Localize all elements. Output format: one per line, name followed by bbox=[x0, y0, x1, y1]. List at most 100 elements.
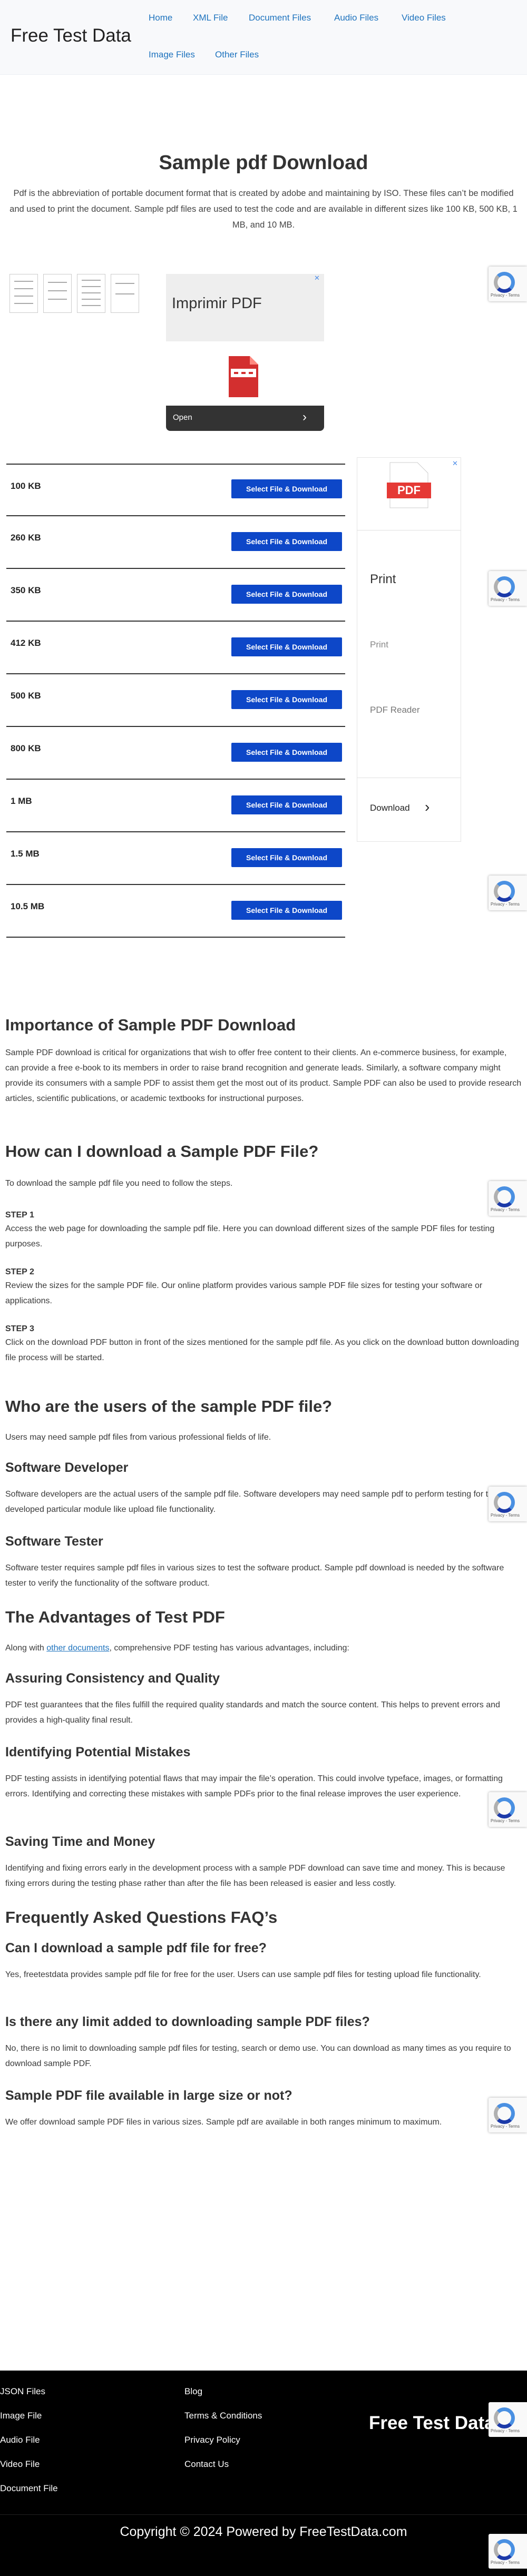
file-size-label: 800 KB bbox=[11, 743, 41, 753]
mistakes-heading: Identifying Potential Mistakes bbox=[5, 1745, 191, 1759]
file-size-label: 1.5 MB bbox=[11, 849, 40, 859]
side-ad-item-pdf-reader[interactable]: PDF Reader bbox=[370, 705, 419, 715]
site-logo[interactable]: Free Test Data bbox=[11, 25, 131, 46]
developer-text: Software developers are the actual users… bbox=[5, 1490, 497, 1514]
row-divider bbox=[6, 464, 345, 465]
recaptcha-label[interactable]: Privacy - Terms bbox=[491, 1207, 520, 1212]
footer-link-audio-file[interactable]: Audio File bbox=[0, 2435, 40, 2445]
download-button-412kb[interactable]: Select File & Download bbox=[231, 637, 342, 656]
nav-xml-file[interactable]: XML File bbox=[193, 13, 228, 23]
nav-other-files[interactable]: Other Files bbox=[215, 50, 259, 60]
footer-link-document-file[interactable]: Document File bbox=[0, 2483, 58, 2494]
row-divider bbox=[6, 515, 345, 516]
advantages-intro: Along with other documents, comprehensiv… bbox=[5, 1640, 522, 1656]
nav-video-files[interactable]: Video Files bbox=[402, 13, 446, 23]
file-size-label: 350 KB bbox=[11, 585, 41, 595]
step-1-text: Access the web page for downloading the … bbox=[5, 1224, 495, 1248]
footer-link-video-file[interactable]: Video File bbox=[0, 2459, 40, 2470]
nav-home[interactable]: Home bbox=[149, 13, 172, 23]
recaptcha-label[interactable]: Privacy - Terms bbox=[491, 597, 520, 602]
footer-link-contact[interactable]: Contact Us bbox=[184, 2459, 229, 2470]
recaptcha-label[interactable]: Privacy - Terms bbox=[491, 1818, 520, 1823]
ad-close-icon[interactable]: ✕ bbox=[452, 459, 458, 468]
row-divider bbox=[6, 884, 345, 885]
recaptcha-icon bbox=[494, 2103, 515, 2124]
file-size-label: 10.5 MB bbox=[11, 901, 45, 911]
recaptcha-icon bbox=[494, 2539, 515, 2560]
row-divider bbox=[6, 779, 345, 780]
row-divider bbox=[6, 937, 345, 938]
recaptcha-badge[interactable]: Privacy - Terms bbox=[489, 876, 527, 910]
download-button-1mb[interactable]: Select File & Download bbox=[231, 795, 342, 814]
download-button-260kb[interactable]: Select File & Download bbox=[231, 532, 342, 551]
nav-document-files[interactable]: Document Files bbox=[249, 13, 311, 23]
pdf-file-icon bbox=[229, 356, 258, 397]
recaptcha-icon bbox=[494, 272, 515, 293]
copyright-text: Copyright © 2024 Powered by FreeTestData… bbox=[120, 2524, 407, 2539]
recaptcha-icon bbox=[494, 1186, 515, 1207]
ad-thumbnail[interactable] bbox=[111, 274, 139, 313]
footer-link-image-file[interactable]: Image File bbox=[0, 2411, 42, 2421]
importance-heading: Importance of Sample PDF Download bbox=[5, 1016, 296, 1034]
ad-open-button[interactable]: Open bbox=[173, 413, 192, 422]
side-ad-download-button[interactable]: Download bbox=[370, 803, 410, 813]
row-divider bbox=[6, 673, 345, 674]
recaptcha-badge[interactable]: Privacy - Terms bbox=[489, 2402, 527, 2437]
chevron-right-icon: › bbox=[302, 410, 307, 424]
pdf-file-icon: PDF bbox=[387, 462, 431, 508]
chevron-right-icon: › bbox=[425, 799, 430, 815]
download-button-500kb[interactable]: Select File & Download bbox=[231, 690, 342, 709]
faq-answer-2: No, there is no limit to downloading sam… bbox=[5, 2044, 511, 2068]
recaptcha-badge[interactable]: Privacy - Terms bbox=[489, 1792, 527, 1827]
recaptcha-label[interactable]: Privacy - Terms bbox=[491, 2428, 520, 2433]
recaptcha-icon bbox=[494, 1797, 515, 1818]
ad-thumbnail[interactable] bbox=[77, 274, 105, 313]
ad-thumbnail[interactable] bbox=[43, 274, 72, 313]
footer-link-json-files[interactable]: JSON Files bbox=[0, 2386, 45, 2397]
side-ad-item-print[interactable]: Print bbox=[370, 572, 396, 587]
download-button-100kb[interactable]: Select File & Download bbox=[231, 479, 342, 498]
recaptcha-label[interactable]: Privacy - Terms bbox=[491, 1513, 520, 1518]
recaptcha-icon bbox=[494, 1492, 515, 1513]
recaptcha-label[interactable]: Privacy - Terms bbox=[491, 902, 520, 907]
recaptcha-label[interactable]: Privacy - Terms bbox=[491, 293, 520, 298]
side-ad-item-print-secondary[interactable]: Print bbox=[370, 640, 388, 650]
recaptcha-badge[interactable]: Privacy - Terms bbox=[489, 2534, 527, 2569]
consistency-text: PDF test guarantees that the files fulfi… bbox=[5, 1700, 500, 1725]
recaptcha-label[interactable]: Privacy - Terms bbox=[491, 2124, 520, 2129]
faq-question-3: Sample PDF file available in large size … bbox=[5, 2088, 292, 2103]
download-button-1-5mb[interactable]: Select File & Download bbox=[231, 848, 342, 867]
saving-heading: Saving Time and Money bbox=[5, 1834, 155, 1849]
ad-headline: Imprimir PDF bbox=[172, 295, 262, 312]
recaptcha-badge[interactable]: Privacy - Terms bbox=[489, 2098, 527, 2132]
file-size-label: 412 KB bbox=[11, 638, 41, 648]
pdf-badge-label: PDF bbox=[397, 484, 421, 497]
page-title: Sample pdf Download bbox=[159, 152, 368, 174]
step-2-heading: STEP 2 bbox=[5, 1267, 34, 1276]
recaptcha-badge[interactable]: Privacy - Terms bbox=[489, 1181, 527, 1216]
ad-close-icon[interactable]: ✕ bbox=[314, 274, 320, 282]
footer-link-privacy[interactable]: Privacy Policy bbox=[184, 2435, 240, 2445]
download-button-800kb[interactable]: Select File & Download bbox=[231, 743, 342, 762]
recaptcha-icon bbox=[494, 881, 515, 902]
advantages-intro-text: Along with bbox=[5, 1644, 47, 1653]
mistakes-text: PDF testing assists in identifying poten… bbox=[5, 1774, 503, 1798]
nav-image-files[interactable]: Image Files bbox=[149, 50, 195, 60]
file-size-label: 1 MB bbox=[11, 796, 32, 806]
faq-question-2: Is there any limit added to downloading … bbox=[5, 2014, 370, 2029]
footer-logo[interactable]: Free Test Data bbox=[369, 2413, 495, 2434]
footer-link-terms[interactable]: Terms & Conditions bbox=[184, 2411, 262, 2421]
other-documents-link[interactable]: other documents bbox=[46, 1644, 109, 1653]
tester-text: Software tester requires sample pdf file… bbox=[5, 1564, 504, 1588]
download-button-350kb[interactable]: Select File & Download bbox=[231, 585, 342, 604]
recaptcha-badge[interactable]: Privacy - Terms bbox=[489, 571, 527, 606]
recaptcha-badge[interactable]: Privacy - Terms bbox=[489, 267, 527, 301]
ad-thumbnail[interactable] bbox=[9, 274, 38, 313]
file-size-label: 260 KB bbox=[11, 533, 41, 543]
footer-link-blog[interactable]: Blog bbox=[184, 2386, 202, 2397]
download-button-10-5mb[interactable]: Select File & Download bbox=[231, 901, 342, 920]
nav-audio-files[interactable]: Audio Files bbox=[334, 13, 378, 23]
recaptcha-badge[interactable]: Privacy - Terms bbox=[489, 1487, 527, 1521]
row-divider bbox=[6, 831, 345, 832]
recaptcha-label[interactable]: Privacy - Terms bbox=[491, 2560, 520, 2565]
